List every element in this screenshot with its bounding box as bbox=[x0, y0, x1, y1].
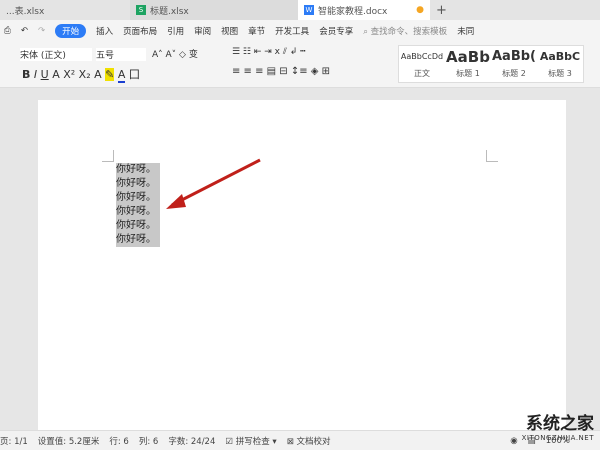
format-tools[interactable]: B I U A X² X₂ A ✎ A 囗 bbox=[22, 66, 140, 83]
tab-docx[interactable]: W 智能家教程.docx ● bbox=[298, 0, 430, 20]
menu-layout[interactable]: 页面布局 bbox=[123, 25, 157, 37]
menu-insert[interactable]: 插入 bbox=[96, 25, 113, 37]
new-tab-button[interactable]: + bbox=[430, 0, 453, 20]
setting-value: 设置值: 5.2厘米 bbox=[37, 436, 100, 447]
font-size-select[interactable]: 五号 bbox=[96, 48, 146, 61]
style-heading-2[interactable]: AaBb(标题 2 bbox=[491, 46, 537, 82]
menu-dev[interactable]: 开发工具 bbox=[275, 25, 309, 37]
col-value: 列: 6 bbox=[138, 436, 159, 447]
paragraph-tools[interactable]: ☰ ☷ ⇤ ⇥ ⅹ ⫽ ↲ ┅ bbox=[232, 47, 306, 57]
cloud-button[interactable]: 未同 bbox=[457, 25, 474, 37]
unsaved-dot-icon: ● bbox=[416, 5, 424, 15]
page-count: 页: 1/1 bbox=[0, 436, 28, 447]
menu-view[interactable]: 视图 bbox=[221, 25, 238, 37]
word-count[interactable]: 字数: 24/24 bbox=[168, 435, 215, 447]
style-normal[interactable]: AaBbCcDd 正文 bbox=[399, 46, 445, 82]
align-tools[interactable]: ≡ ≡ ≡ ▤ ⊟ ↕≡ ◈ ⊞ bbox=[232, 66, 330, 77]
undo-icon[interactable]: ↶ bbox=[21, 26, 28, 36]
search-input[interactable]: ⌕ 查找命令、搜索模板 bbox=[363, 25, 447, 37]
red-arrow bbox=[166, 158, 261, 209]
tab-bar: ...表.xlsx S 标题.xlsx W 智能家教程.docx ● + bbox=[0, 0, 600, 20]
menu-reference[interactable]: 引用 bbox=[167, 25, 184, 37]
menu-chapter[interactable]: 章节 bbox=[248, 25, 265, 37]
print-icon[interactable]: ⎙ bbox=[4, 26, 11, 36]
style-heading-1[interactable]: AaBb 标题 1 bbox=[445, 46, 491, 82]
tab-xlsx-1[interactable]: ...表.xlsx bbox=[0, 0, 130, 20]
menu-bar: ⎙ ↶ ↷ 开始 插入 页面布局 引用 审阅 视图 章节 开发工具 会员专享 ⌕… bbox=[0, 20, 600, 42]
font-tools[interactable]: A˄ A˅ ◇ 变 bbox=[152, 47, 198, 60]
status-bar: 页: 1/1 设置值: 5.2厘米 行: 6 列: 6 字数: 24/24 ☑ … bbox=[0, 430, 600, 450]
menu-start[interactable]: 开始 bbox=[55, 24, 87, 38]
eye-icon[interactable]: ◉ bbox=[510, 436, 517, 446]
font-select[interactable]: 宋体 (正文) bbox=[20, 48, 92, 61]
spell-check-button[interactable]: ☑ 拼写检查 ▾ bbox=[225, 435, 276, 447]
tab-xlsx-2[interactable]: S 标题.xlsx bbox=[130, 0, 298, 20]
styles-gallery: AaBbCcDd 正文 AaBb 标题 1 AaBb(标题 2 AaBbC 标题 3 bbox=[398, 45, 584, 83]
spreadsheet-icon: S bbox=[136, 5, 146, 15]
watermark-logo: 系统之家 XITONGZHIJIA.NET bbox=[521, 414, 594, 442]
redo-icon[interactable]: ↷ bbox=[38, 26, 45, 36]
menu-review[interactable]: 审阅 bbox=[194, 25, 211, 37]
proofread-button[interactable]: ⊠ 文档校对 bbox=[287, 435, 331, 447]
menu-member[interactable]: 会员专享 bbox=[319, 25, 353, 37]
document-icon: W bbox=[304, 5, 314, 15]
row-value: 行: 6 bbox=[109, 436, 129, 447]
style-heading-3[interactable]: AaBbC 标题 3 bbox=[537, 46, 583, 82]
document-area: 你好呀。 你好呀。 你好呀。 你好呀。 你好呀。 你好呀。 bbox=[0, 88, 600, 440]
